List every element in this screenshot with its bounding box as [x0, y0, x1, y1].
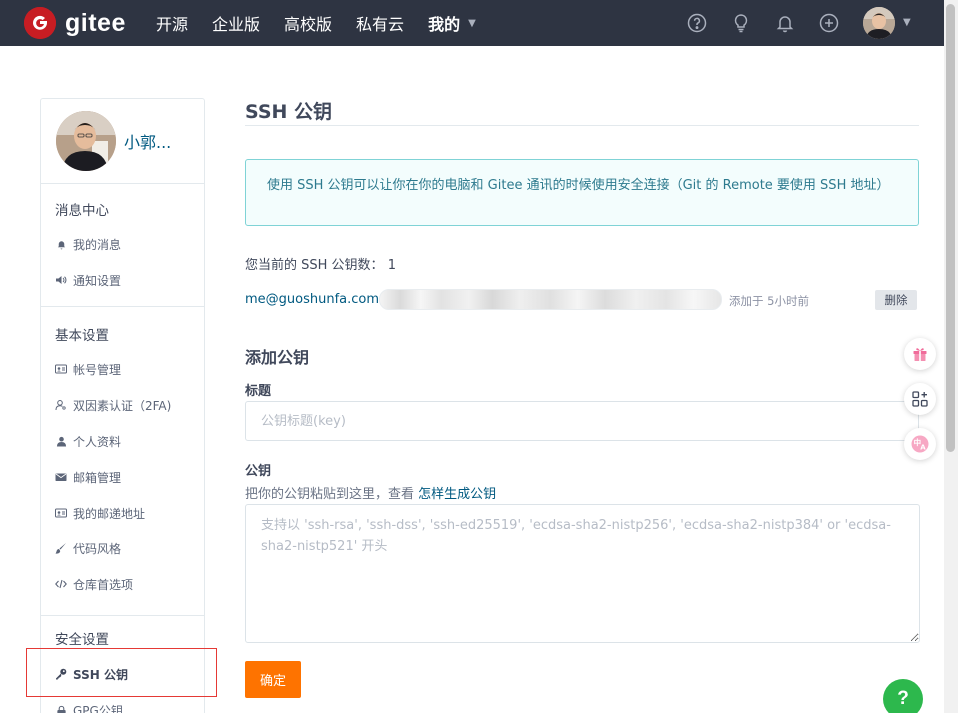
logo-text: gitee — [65, 8, 126, 37]
nav-open-source[interactable]: 开源 — [156, 11, 188, 35]
svg-text:A: A — [920, 444, 926, 452]
sidebar-item-my-messages[interactable]: 我的消息 — [55, 234, 121, 254]
help-fab[interactable]: ? — [883, 679, 923, 713]
ssh-key-count-label: 您当前的 SSH 公钥数： — [245, 258, 384, 273]
group-title-basic-settings: 基本设置 — [55, 328, 109, 344]
main-nav: 开源 企业版 高校版 私有云 我的 ▼ — [156, 0, 476, 46]
sidebar-item-label: 我的消息 — [73, 237, 122, 252]
settings-sidebar: 小郭... 消息中心 我的消息 通知设置 基本设置 帐号管理 双因素认证（2FA… — [40, 98, 205, 713]
public-key-textarea[interactable] — [245, 504, 920, 643]
sidebar-item-code-style[interactable]: 代码风格 — [55, 538, 121, 558]
avatar-chevron-down-icon[interactable]: ▼ — [903, 17, 911, 28]
divider — [41, 306, 204, 307]
page-title: SSH 公钥 — [245, 101, 333, 123]
translate-button[interactable]: 中A — [904, 428, 936, 460]
key-title-input[interactable] — [245, 401, 919, 441]
avatar[interactable] — [56, 111, 116, 171]
bell-icon — [55, 238, 67, 250]
bell-icon[interactable] — [774, 12, 796, 34]
group-title-message-center: 消息中心 — [55, 203, 109, 219]
nav-education[interactable]: 高校版 — [284, 11, 332, 35]
sidebar-item-label: 邮箱管理 — [73, 470, 122, 485]
translate-icon: 中A — [911, 435, 929, 453]
public-key-label: 公钥 — [245, 464, 272, 479]
sidebar-item-profile[interactable]: 个人资料 — [55, 431, 121, 451]
submit-button[interactable]: 确定 — [245, 661, 301, 698]
ssh-key-email: me@guoshunfa.com — [245, 292, 380, 307]
sidebar-item-repo-preferences[interactable]: 仓库首选项 — [55, 574, 133, 594]
qrcode-button[interactable] — [904, 383, 936, 415]
public-key-hint-text: 把你的公钥粘贴到这里，查看 — [245, 487, 419, 502]
help-circle-icon[interactable] — [686, 12, 708, 34]
profile-name[interactable]: 小郭... — [124, 129, 171, 153]
ssh-info-alert: 使用 SSH 公钥可以让你在你的电脑和 Gitee 通讯的时候使用安全连接（Gi… — [245, 159, 919, 226]
ssh-key-count: 您当前的 SSH 公钥数： 1 — [245, 254, 396, 273]
highlight-annotation-box — [26, 648, 217, 697]
sidebar-item-gpg-keys[interactable]: GPG公钥 — [55, 700, 123, 713]
user-icon — [55, 435, 67, 447]
sidebar-item-account[interactable]: 帐号管理 — [55, 359, 121, 379]
sidebar-item-label: 帐号管理 — [73, 362, 122, 377]
speaker-icon — [55, 274, 67, 286]
public-key-hint: 把你的公钥粘贴到这里，查看 怎样生成公钥 — [245, 483, 496, 502]
sidebar-item-address[interactable]: 我的邮递地址 — [55, 503, 145, 523]
delete-key-button[interactable]: 删除 — [875, 290, 917, 310]
qrcode-icon — [912, 391, 928, 407]
chevron-down-icon: ▼ — [468, 17, 476, 29]
gift-button[interactable] — [904, 338, 936, 370]
sidebar-item-label: 通知设置 — [73, 273, 122, 288]
key-title-label: 标题 — [245, 384, 272, 399]
sidebar-item-2fa[interactable]: 双因素认证（2FA) — [55, 395, 171, 415]
sidebar-item-label: GPG公钥 — [73, 703, 123, 713]
address-card-icon — [55, 507, 67, 519]
scrollbar-thumb[interactable] — [946, 4, 955, 452]
id-card-icon — [55, 363, 67, 375]
plus-circle-icon[interactable] — [818, 12, 840, 34]
sidebar-item-label: 我的邮递地址 — [73, 506, 146, 521]
profile-card[interactable]: 小郭... — [41, 99, 204, 184]
code-icon — [55, 578, 67, 590]
lightbulb-icon[interactable] — [730, 12, 752, 34]
ssh-key-fingerprint-redacted — [379, 289, 722, 310]
gitee-logo-icon — [24, 7, 56, 39]
nav-private-cloud[interactable]: 私有云 — [356, 11, 404, 35]
group-title-security-settings: 安全设置 — [55, 632, 109, 648]
sidebar-item-label: 代码风格 — [73, 541, 122, 556]
sidebar-item-label: 仓库首选项 — [73, 577, 134, 592]
lock-icon — [55, 704, 67, 713]
title-divider — [245, 125, 919, 126]
user-key-icon — [55, 399, 67, 411]
sidebar-item-label: 个人资料 — [73, 434, 122, 449]
top-navbar: gitee 开源 企业版 高校版 私有云 我的 ▼ ▼ — [0, 0, 944, 46]
mail-icon — [55, 471, 67, 483]
how-to-generate-key-link[interactable]: 怎样生成公钥 — [418, 487, 496, 502]
gift-icon — [913, 348, 927, 361]
ssh-key-added-time: 添加于 5小时前 — [729, 294, 809, 308]
divider — [41, 615, 204, 616]
gitee-logo[interactable]: gitee — [24, 7, 126, 39]
brush-icon — [55, 542, 67, 554]
add-key-heading: 添加公钥 — [245, 348, 310, 367]
sidebar-item-email[interactable]: 邮箱管理 — [55, 467, 121, 487]
nav-enterprise[interactable]: 企业版 — [212, 11, 260, 35]
header-avatar[interactable] — [863, 7, 895, 39]
sidebar-item-label: 双因素认证（2FA) — [73, 398, 172, 413]
sidebar-item-notification-settings[interactable]: 通知设置 — [55, 270, 121, 290]
ssh-key-count-value: 1 — [387, 258, 396, 273]
nav-mine[interactable]: 我的 — [428, 11, 460, 35]
